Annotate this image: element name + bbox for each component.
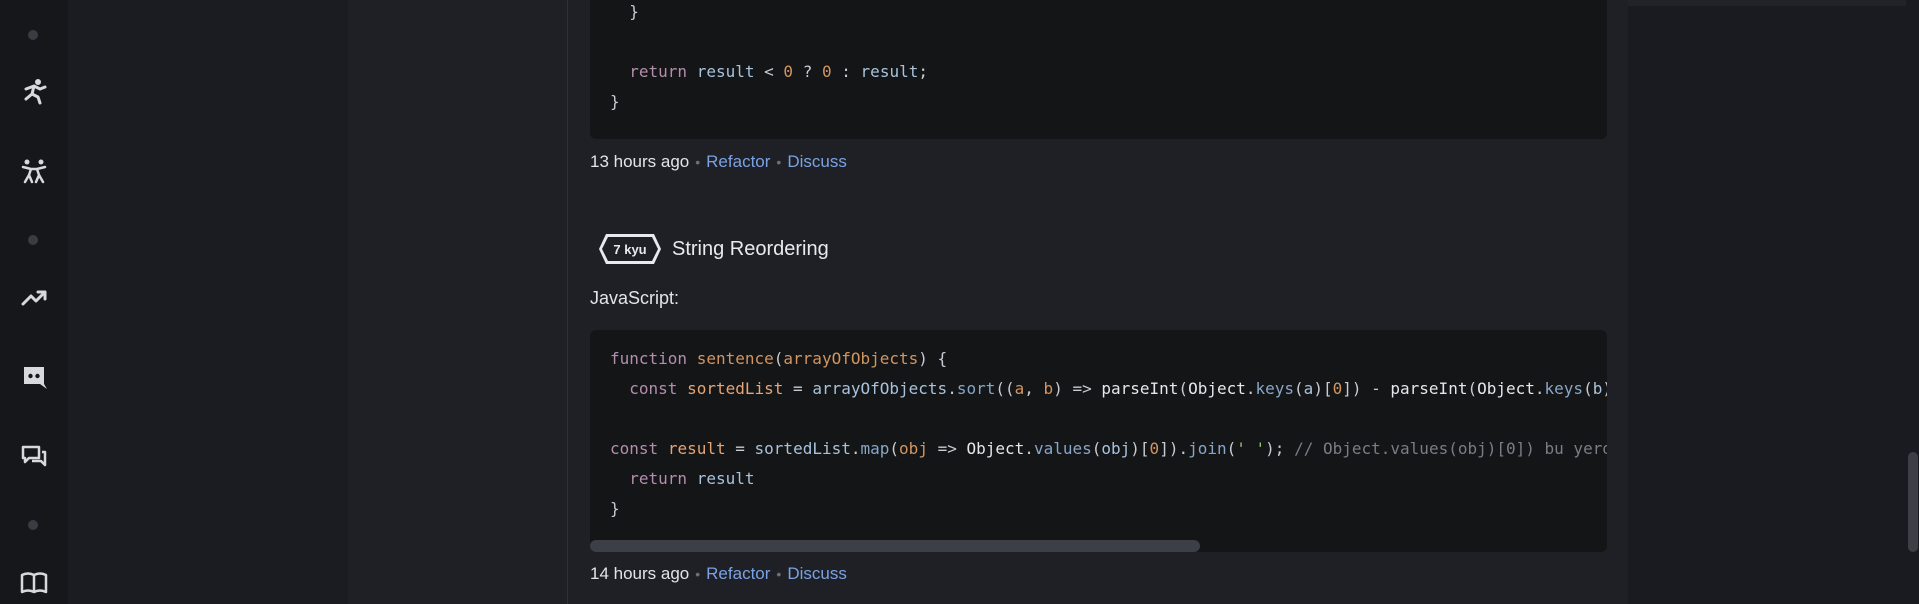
solution-meta: 13 hours ago • Refactor • Discuss xyxy=(590,152,847,172)
rank-label: 7 kyu xyxy=(613,241,647,257)
sidebar-area xyxy=(68,0,348,604)
refactor-link[interactable]: Refactor xyxy=(706,152,770,171)
code-line: return result xyxy=(610,469,755,488)
code-line: function sentence(arrayOfObjects) { xyxy=(610,349,948,368)
forum-chat-icon[interactable] xyxy=(19,442,49,472)
solution-time: 13 hours ago xyxy=(590,152,690,171)
discuss-link[interactable]: Discuss xyxy=(787,152,847,171)
solution-code-block[interactable]: function sentence(arrayOfObjects) { cons… xyxy=(590,330,1607,552)
trending-icon[interactable] xyxy=(19,282,49,312)
rank-badge: 7 kyu xyxy=(598,232,662,266)
docs-book-icon[interactable] xyxy=(19,568,49,598)
profile-column xyxy=(348,0,568,604)
page-scrollbar-thumb[interactable] xyxy=(1908,452,1918,552)
meta-separator-dot: • xyxy=(776,154,782,170)
right-panel xyxy=(1628,0,1919,604)
kata-header: 7 kyu String Reordering xyxy=(598,232,829,266)
code-line: } xyxy=(610,2,639,21)
separator-dot xyxy=(28,235,38,245)
dojo-fighters-icon[interactable] xyxy=(19,156,49,186)
code-line: } xyxy=(610,92,620,111)
kata-title-link[interactable]: String Reordering xyxy=(672,238,829,261)
solution-time: 14 hours ago xyxy=(590,564,690,583)
refactor-link[interactable]: Refactor xyxy=(706,564,770,583)
code-line: const result = sortedList.map(obj => Obj… xyxy=(610,439,1607,458)
separator-dot xyxy=(28,30,38,40)
separator-dot xyxy=(28,520,38,530)
solution-meta: 14 hours ago • Refactor • Discuss xyxy=(590,564,847,584)
right-panel-topbar xyxy=(1628,0,1919,6)
meta-separator-dot: • xyxy=(695,566,701,582)
solution-code-block[interactable]: } return result < 0 ? 0 : result; } xyxy=(590,0,1607,139)
left-nav-rail xyxy=(0,0,68,604)
code-line: return result < 0 ? 0 : result; xyxy=(610,62,928,81)
code-line: const sortedList = arrayOfObjects.sort((… xyxy=(610,379,1607,398)
horizontal-scrollbar-thumb[interactable] xyxy=(590,540,1200,552)
code-line: } xyxy=(610,499,620,518)
meta-separator-dot: • xyxy=(776,566,782,582)
discuss-link[interactable]: Discuss xyxy=(787,564,847,583)
discord-icon[interactable] xyxy=(19,362,49,392)
language-label: JavaScript: xyxy=(590,288,680,308)
meta-separator-dot: • xyxy=(695,154,701,170)
practice-figure-icon[interactable] xyxy=(19,76,49,106)
